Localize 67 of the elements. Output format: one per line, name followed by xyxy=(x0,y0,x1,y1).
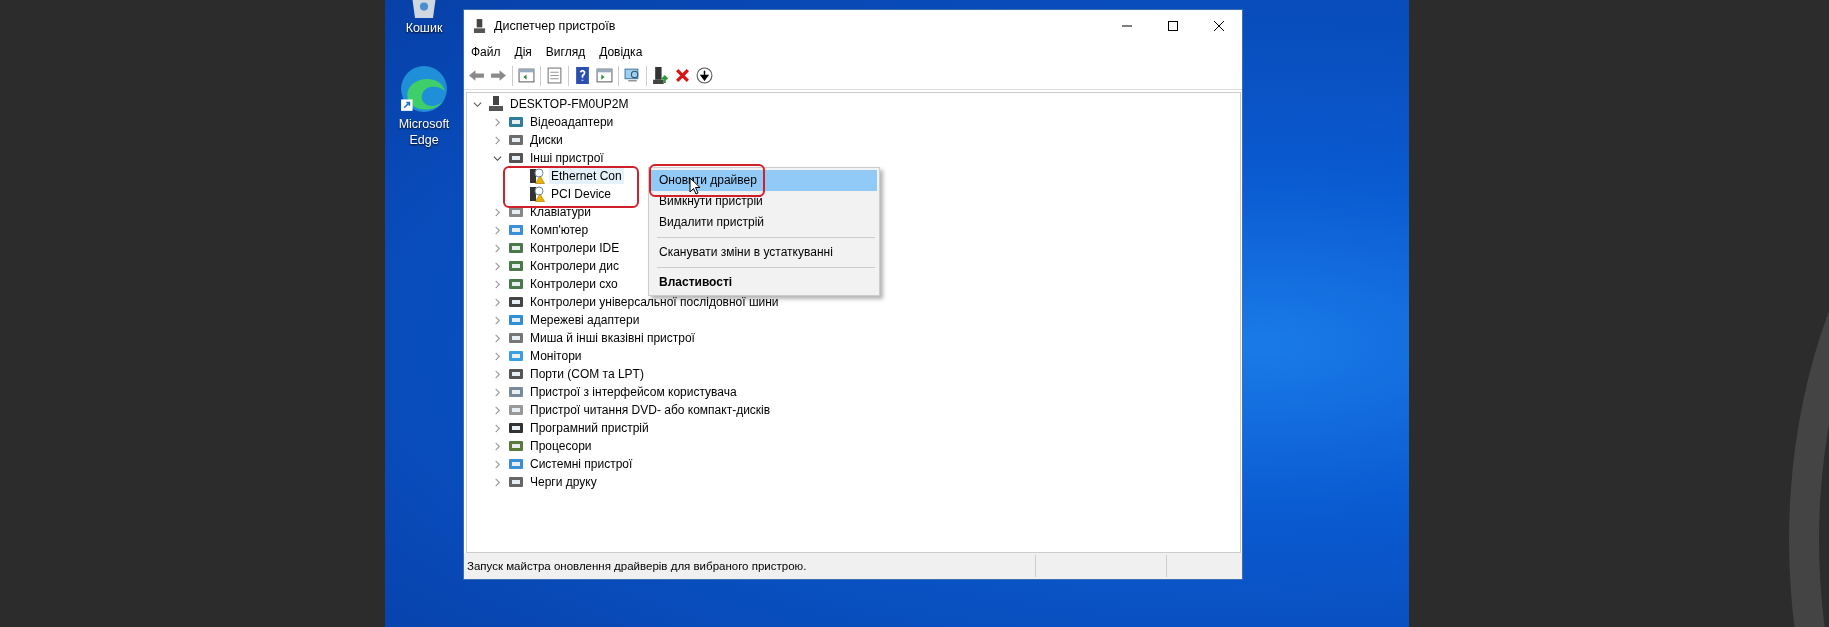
tree-item-label[interactable]: Клавіатури xyxy=(528,204,593,220)
status-text: Запуск майстра оновлення драйверів для вибраного пристрою. xyxy=(466,560,808,572)
tree-item-label[interactable]: Контролери IDE xyxy=(528,240,622,256)
tree-item-label[interactable]: Мережеві адаптери xyxy=(528,312,642,328)
device-category-icon xyxy=(508,240,524,256)
device-category-icon xyxy=(508,456,524,472)
computer-icon xyxy=(488,96,504,112)
menu-item[interactable]: Файл xyxy=(471,45,501,59)
menu-item[interactable]: Довідка xyxy=(599,45,643,59)
tree-item-label[interactable]: Програмний пристрій xyxy=(528,420,651,436)
monitor-scan-icon[interactable] xyxy=(624,67,641,84)
warning-device-icon xyxy=(529,168,545,184)
device-category-icon xyxy=(508,294,524,310)
pane-icon[interactable] xyxy=(518,67,535,84)
device-category-icon xyxy=(508,348,524,364)
tree-item-label[interactable]: Монітори xyxy=(528,348,584,364)
help-icon[interactable] xyxy=(574,67,591,84)
tree-item-label[interactable]: Диски xyxy=(528,132,565,148)
tree-item-label[interactable]: Комп'ютер xyxy=(528,222,591,238)
tree-item-label[interactable]: Відеоадаптери xyxy=(528,114,616,130)
swirl-app-icon[interactable] xyxy=(399,64,449,114)
tree-item-label[interactable]: Миша й інші вказівні пристрої xyxy=(528,330,697,346)
context-menu-item[interactable]: Оновити драйвер xyxy=(651,170,877,191)
device-category-icon xyxy=(508,258,524,274)
desktop-icon-label: Кошик xyxy=(405,20,443,36)
device-category-icon xyxy=(508,366,524,382)
context-menu-item[interactable]: Видалити пристрій xyxy=(651,212,877,233)
tree-item-label[interactable]: Контролери схо xyxy=(528,276,620,292)
tree-item-label[interactable]: PCI Device xyxy=(549,186,614,202)
tree-item-label[interactable]: Пристрої читання DVD- або компакт-дисків xyxy=(528,402,773,418)
tree-item-label[interactable]: Порти (COM та LPT) xyxy=(528,366,646,382)
device-category-icon xyxy=(508,150,524,166)
tree-item-label[interactable]: Системні пристрої xyxy=(528,456,635,472)
download-circle-icon[interactable] xyxy=(696,67,713,84)
expand-chevron-icon[interactable] xyxy=(473,99,482,109)
device-category-icon xyxy=(508,114,524,130)
device-category-icon xyxy=(508,384,524,400)
device-category-icon xyxy=(508,330,524,346)
tree-item-label[interactable]: Пристрої з інтерфейсом користувача xyxy=(528,384,739,400)
context-menu-item[interactable]: Властивості xyxy=(651,272,877,293)
device-category-icon xyxy=(508,312,524,328)
computer-icon xyxy=(473,18,486,34)
tree-item-label[interactable]: Черги друку xyxy=(528,474,599,490)
tree-item-label[interactable]: Процесори xyxy=(528,438,594,454)
device-category-icon xyxy=(508,474,524,490)
warning-device-icon xyxy=(529,186,545,202)
context-menu-item[interactable]: Сканувати зміни в устаткуванні xyxy=(651,242,877,263)
device-category-icon xyxy=(508,420,524,436)
device-category-icon xyxy=(508,438,524,454)
device-category-icon xyxy=(508,276,524,292)
pane-icon[interactable] xyxy=(596,67,613,84)
menu-item[interactable]: Дія xyxy=(514,45,532,59)
tree-item-label[interactable]: DESKTOP-FM0UP2M xyxy=(508,96,631,112)
delete-icon[interactable] xyxy=(674,67,691,84)
device-category-icon xyxy=(508,222,524,238)
tree-item-label[interactable]: Контролери універсальної послідовної шини xyxy=(528,294,781,310)
menu-item[interactable]: Вигляд xyxy=(545,45,586,59)
tree-item-label[interactable]: Ethernet Con xyxy=(549,168,624,184)
window-title: Диспетчер пристроїв xyxy=(494,19,616,33)
device-category-icon xyxy=(508,132,524,148)
expand-chevron-icon[interactable] xyxy=(493,153,502,163)
properties-icon[interactable] xyxy=(546,67,563,84)
desktop-icon-label: Microsoft Edge xyxy=(397,116,451,148)
tree-item-label[interactable]: Контролери дис xyxy=(528,258,621,274)
tree-item-label[interactable]: Інші пристрої xyxy=(528,150,606,166)
device-category-icon xyxy=(508,402,524,418)
device-update-icon[interactable] xyxy=(652,67,669,84)
